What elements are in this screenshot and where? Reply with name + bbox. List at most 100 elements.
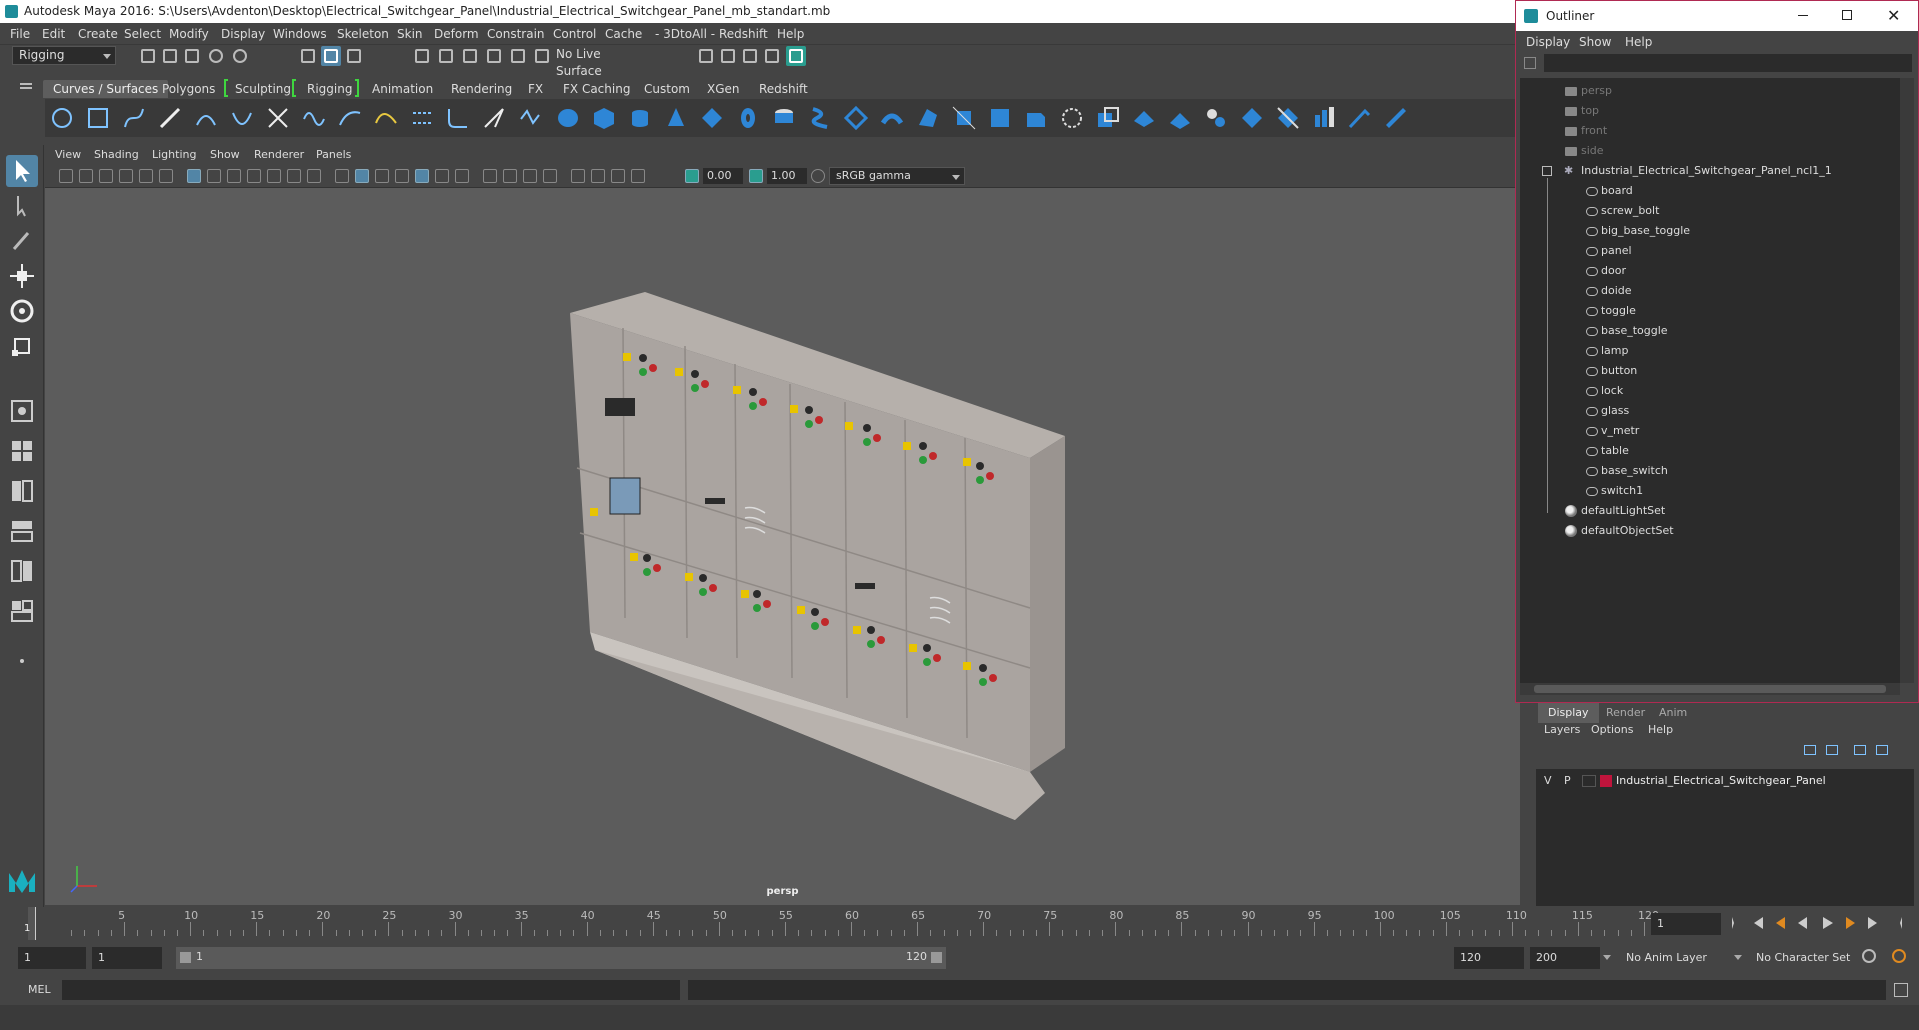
snap-surface-icon[interactable] <box>508 46 528 66</box>
layer-menu-help[interactable]: Help <box>1648 723 1673 736</box>
tab-custom[interactable]: Custom <box>634 80 700 98</box>
go-to-end-icon[interactable] <box>1890 917 1902 929</box>
curve-detach-icon[interactable] <box>337 105 363 131</box>
nurbs-cone-icon[interactable] <box>663 105 689 131</box>
menu-3dtoall[interactable]: - 3DtoAll - <box>655 27 715 41</box>
ipr-render-icon[interactable] <box>740 46 760 66</box>
step-forward-icon[interactable] <box>1868 917 1877 929</box>
revolve-icon[interactable] <box>771 105 797 131</box>
project-curve-icon[interactable] <box>1167 105 1193 131</box>
gamma-icon[interactable] <box>749 169 763 183</box>
two-view-icon[interactable] <box>6 475 38 507</box>
isolate-select-icon[interactable] <box>571 169 585 183</box>
use-all-lights-icon[interactable] <box>435 169 449 183</box>
boundary-icon[interactable] <box>951 105 977 131</box>
nurbs-circle-icon[interactable] <box>49 105 75 131</box>
tab-rendering[interactable]: Rendering <box>441 80 522 98</box>
outliner-item-toggle[interactable]: toggle <box>1520 301 1900 321</box>
render-view-icon[interactable] <box>762 46 782 66</box>
snap-curve-icon[interactable] <box>436 46 456 66</box>
command-language-label[interactable]: MEL <box>28 983 51 996</box>
play-forwards-icon[interactable] <box>1823 917 1833 929</box>
image-plane-icon[interactable] <box>119 169 133 183</box>
bevel-icon[interactable] <box>1023 105 1049 131</box>
outliner-item-front[interactable]: front <box>1520 121 1900 141</box>
menu-create[interactable]: Create <box>78 27 118 41</box>
planar-icon[interactable] <box>843 105 869 131</box>
filter-icon[interactable] <box>1524 57 1536 69</box>
tab-xgen[interactable]: XGen <box>697 80 750 98</box>
depth-of-field-icon[interactable] <box>543 169 557 183</box>
go-to-start-icon[interactable] <box>1732 917 1744 929</box>
menu-display[interactable]: Display <box>221 27 265 41</box>
open-scene-icon[interactable] <box>160 46 180 66</box>
tab-fx-caching[interactable]: FX Caching <box>553 80 640 98</box>
outliner-item-panel[interactable]: panel <box>1520 241 1900 261</box>
bookmark-icon[interactable] <box>99 169 113 183</box>
snap-live-icon[interactable] <box>532 46 552 66</box>
tab-sculpting[interactable]: Sculpting <box>225 80 301 98</box>
outliner-item-default-light-set[interactable]: defaultLightSet <box>1520 501 1900 521</box>
start-time-field[interactable]: 1 <box>18 947 86 969</box>
trim-icon[interactable] <box>1059 105 1085 131</box>
field-chart-icon[interactable] <box>267 169 281 183</box>
lasso-tool-icon[interactable] <box>6 190 38 222</box>
colorspace-dropdown[interactable]: sRGB gamma <box>829 167 965 185</box>
nurbs-torus-icon[interactable] <box>735 105 761 131</box>
outliner-item-side[interactable]: side <box>1520 141 1900 161</box>
outliner-item-group[interactable]: ✱ Industrial_Electrical_Switchgear_Panel… <box>1520 161 1900 181</box>
paint-select-tool-icon[interactable] <box>6 225 38 257</box>
outliner-menu-help[interactable]: Help <box>1625 35 1652 49</box>
step-back-icon[interactable] <box>1754 917 1763 929</box>
grid-icon[interactable] <box>187 169 201 183</box>
vp-menu-shading[interactable]: Shading <box>94 148 139 161</box>
fillet-surface-icon[interactable] <box>1203 105 1229 131</box>
vp-menu-lighting[interactable]: Lighting <box>152 148 196 161</box>
curve-insert-knot-icon[interactable] <box>517 105 543 131</box>
cv-curve-icon[interactable] <box>121 105 147 131</box>
xray-icon[interactable] <box>591 169 605 183</box>
outliner-item-board[interactable]: board <box>1520 181 1900 201</box>
outliner-item-door[interactable]: door <box>1520 261 1900 281</box>
menu-constrain[interactable]: Constrain <box>487 27 545 41</box>
color-management-icon[interactable] <box>811 169 825 183</box>
xray-joints-icon[interactable] <box>611 169 625 183</box>
safe-action-icon[interactable] <box>287 169 301 183</box>
tab-curves-surfaces[interactable]: Curves / Surfaces <box>43 80 169 98</box>
outliner-item-lock[interactable]: lock <box>1520 381 1900 401</box>
single-view-icon[interactable] <box>6 395 38 427</box>
outliner-item-switch1[interactable]: switch1 <box>1520 481 1900 501</box>
outliner-menu-display[interactable]: Display <box>1526 35 1570 49</box>
layer-row[interactable]: V P Industrial_Electrical_Switchgear_Pan… <box>1536 771 1914 791</box>
move-layer-up-icon[interactable] <box>1804 745 1816 755</box>
outliner-item-base-toggle[interactable]: base_toggle <box>1520 321 1900 341</box>
anti-aliasing-icon[interactable] <box>523 169 537 183</box>
menu-skin[interactable]: Skin <box>397 27 423 41</box>
textured-icon[interactable] <box>415 169 429 183</box>
loft-icon[interactable] <box>807 105 833 131</box>
maximize-icon[interactable] <box>1842 10 1852 20</box>
close-icon[interactable]: ✕ <box>1887 1 1900 31</box>
paint-effects-icon[interactable] <box>1347 105 1373 131</box>
square-surface-icon[interactable] <box>987 105 1013 131</box>
nurbs-square-icon[interactable] <box>85 105 111 131</box>
move-tool-icon[interactable] <box>6 260 38 292</box>
minimize-icon[interactable] <box>1798 15 1808 16</box>
surface-editing-icon[interactable] <box>1311 105 1337 131</box>
new-layer-selected-icon[interactable] <box>1876 745 1888 755</box>
outliner-vertical-scrollbar[interactable] <box>1900 78 1914 683</box>
outliner-horizontal-scrollbar[interactable] <box>1520 683 1900 695</box>
snap-grid-icon[interactable] <box>412 46 432 66</box>
layer-menu-options[interactable]: Options <box>1591 723 1633 736</box>
camera-attributes-icon[interactable] <box>79 169 93 183</box>
scale-tool-icon[interactable] <box>6 330 38 362</box>
2d-pan-icon[interactable] <box>139 169 153 183</box>
safe-title-icon[interactable] <box>307 169 321 183</box>
select-hierarchy-icon[interactable] <box>298 46 318 66</box>
menu-modify[interactable]: Modify <box>169 27 209 41</box>
tab-rigging[interactable]: Rigging <box>297 80 362 98</box>
render-frame-icon[interactable] <box>718 46 738 66</box>
vp-menu-panels[interactable]: Panels <box>316 148 351 161</box>
outliner-item-big-base-toggle[interactable]: big_base_toggle <box>1520 221 1900 241</box>
menu-help[interactable]: Help <box>777 27 804 41</box>
